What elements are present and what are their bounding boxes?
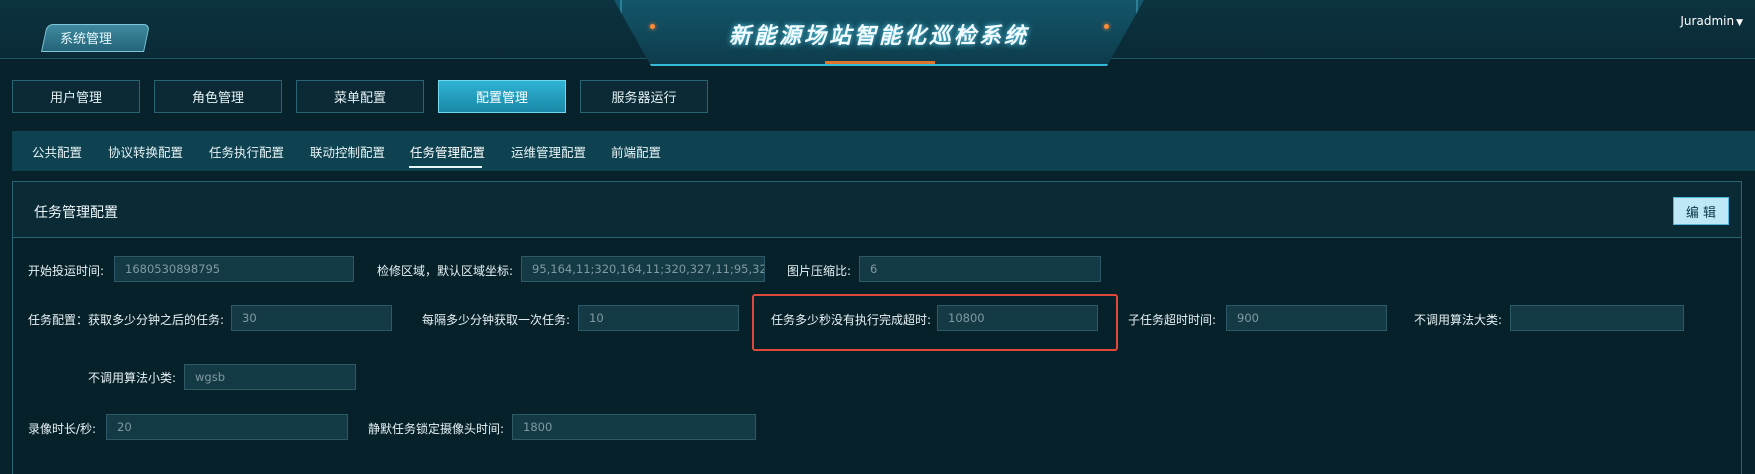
maintenance-area-field[interactable]: 95,164,11;320,164,11;320,327,11;95,327	[521, 256, 765, 282]
tab-frontend-config[interactable]: 前端配置	[611, 142, 661, 161]
image-compression-field[interactable]: 6	[859, 256, 1101, 282]
task-timeout-field[interactable]: 10800	[937, 305, 1098, 331]
nav-server-status[interactable]: 服务器运行	[580, 80, 708, 113]
exclude-algo-major-label: 不调用算法大类:	[1414, 313, 1503, 327]
camera-lock-time-label: 静默任务锁定摄像头时间:	[368, 422, 505, 436]
user-menu[interactable]: Juradmin ▼	[1680, 14, 1743, 28]
tab-task-management-config[interactable]: 任务管理配置	[410, 142, 485, 161]
record-duration-label: 录像时长/秒:	[28, 422, 97, 436]
tab-public-config[interactable]: 公共配置	[32, 142, 82, 161]
task-fetch-interval-label: 每隔多少分钟获取一次任务:	[422, 313, 571, 327]
app-title: 新能源场站智能化巡检系统	[728, 24, 1029, 49]
username[interactable]: Juradmin	[1680, 14, 1734, 28]
start-time-label: 开始投运时间:	[28, 264, 105, 278]
system-management-label[interactable]: 系统管理	[60, 28, 112, 47]
maintenance-area-label: 检修区域，默认区域坐标:	[377, 264, 514, 278]
panel-header	[13, 182, 1741, 238]
start-time-field[interactable]: 1680530898795	[114, 256, 354, 282]
subtask-timeout-label: 子任务超时时间:	[1128, 313, 1217, 327]
nav-user-management[interactable]: 用户管理	[12, 80, 140, 113]
active-tab-indicator	[409, 166, 482, 168]
subtask-timeout-field[interactable]: 900	[1226, 305, 1387, 331]
tab-protocol-config[interactable]: 协议转换配置	[108, 142, 183, 161]
edit-button[interactable]: 编 辑	[1673, 197, 1729, 225]
exclude-algo-minor-field[interactable]: wgsb	[184, 364, 356, 390]
exclude-algo-major-field[interactable]	[1510, 305, 1684, 331]
task-fetch-after-field[interactable]: 30	[231, 305, 392, 331]
image-compression-label: 图片压缩比:	[787, 264, 852, 278]
nav-config-management[interactable]: 配置管理	[438, 80, 566, 113]
task-timeout-label: 任务多少秒没有执行完成超时:	[771, 313, 932, 327]
camera-lock-time-field[interactable]: 1800	[512, 414, 756, 440]
tab-linkage-control-config[interactable]: 联动控制配置	[310, 142, 385, 161]
tab-ops-management-config[interactable]: 运维管理配置	[511, 142, 586, 161]
tab-task-execution-config[interactable]: 任务执行配置	[209, 142, 284, 161]
title-accent-bar	[825, 61, 935, 64]
nav-role-management[interactable]: 角色管理	[154, 80, 282, 113]
task-fetch-after-label: 任务配置：获取多少分钟之后的任务:	[28, 313, 225, 327]
nav-menu-config[interactable]: 菜单配置	[296, 80, 424, 113]
record-duration-field[interactable]: 20	[106, 414, 348, 440]
panel-title: 任务管理配置	[34, 205, 118, 221]
task-fetch-interval-field[interactable]: 10	[578, 305, 739, 331]
exclude-algo-minor-label: 不调用算法小类:	[88, 371, 177, 385]
caret-down-icon[interactable]: ▼	[1736, 18, 1743, 28]
